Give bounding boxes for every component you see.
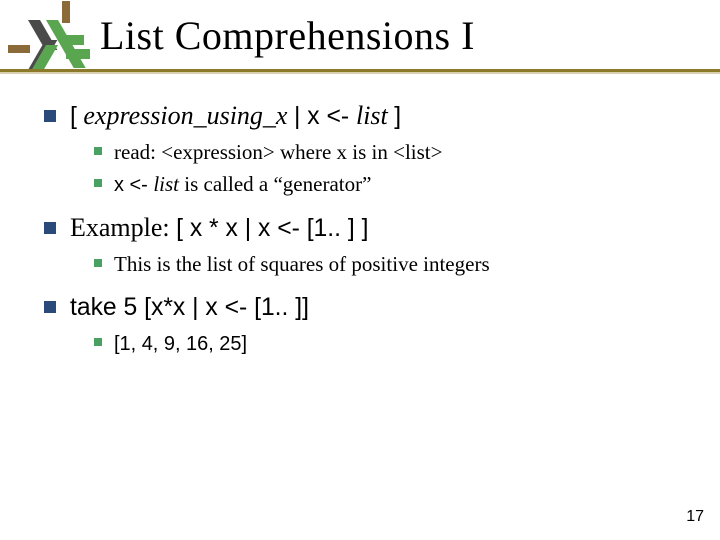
bullet-example: Example: [ x * x | x <- [1.. ] ] This is…: [40, 212, 690, 277]
syntax-list: list: [356, 101, 394, 130]
sub-read-as: read: <expression> where x is in <list>: [90, 139, 690, 165]
example-label: Example:: [70, 213, 176, 242]
slide-title: List Comprehensions I: [100, 12, 700, 59]
syntax-arrow: x <-: [300, 103, 356, 130]
sub-generator: x <- list is called a “generator”: [90, 171, 690, 198]
slide: List Comprehensions I [ expression_using…: [0, 0, 720, 540]
page-number: 17: [686, 508, 704, 526]
title-rule-shadow: [0, 72, 720, 74]
slide-body: [ expression_using_x | x <- list ] read:…: [40, 100, 690, 371]
sub-example-desc: This is the list of squares of positive …: [90, 251, 690, 277]
syntax-bracket-close: ]: [394, 103, 401, 130]
bullet-syntax: [ expression_using_x | x <- list ] read:…: [40, 100, 690, 198]
example-code: [ x * x | x <- [1.. ] ]: [176, 215, 368, 242]
syntax-expression: expression_using_x: [77, 101, 294, 130]
sub-take-result: [1, 4, 9, 16, 25]: [90, 330, 690, 357]
take-code: take 5 [x*x | x <- [1.. ]]: [70, 294, 309, 321]
bullet-take: take 5 [x*x | x <- [1.. ]] [1, 4, 9, 16,…: [40, 291, 690, 357]
syntax-bracket-open: [: [70, 103, 77, 130]
haskell-logo-icon: [18, 15, 88, 71]
